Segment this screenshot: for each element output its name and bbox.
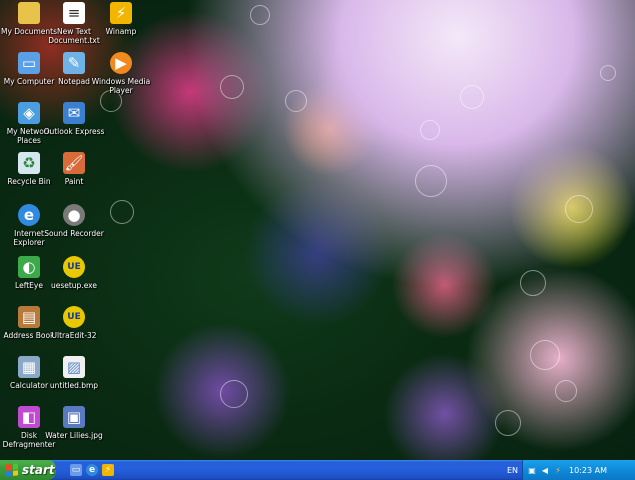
wallpaper-bubble	[420, 120, 440, 140]
wallpaper-bubble	[250, 5, 270, 25]
wallpaper-bubble	[600, 65, 616, 81]
outlook-icon: ✉	[63, 102, 85, 124]
lefteye-icon: ◐	[18, 256, 40, 278]
internet-explorer-icon: e	[18, 204, 40, 226]
wallpaper-bubble	[520, 270, 546, 296]
desktop-icon-uesetup[interactable]: UE uesetup.exe	[45, 256, 103, 290]
desktop-wallpaper: folder-icon My Documents ≡ New Text Docu…	[0, 0, 635, 460]
media-player-icon: ▶	[110, 52, 132, 74]
paint-icon: 🖌	[63, 152, 85, 174]
icon-label: untitled.bmp	[49, 381, 99, 390]
desktop-icon-outlook-express[interactable]: ✉ Outlook Express	[43, 102, 105, 136]
system-tray: ▣ ◀ ⚡ 10:23 AM	[522, 460, 635, 480]
defragmenter-icon: ◧	[18, 406, 40, 428]
folder-icon: folder-icon	[18, 2, 40, 24]
desktop-icon-winamp[interactable]: ⚡ Winamp	[92, 2, 150, 36]
start-label: start	[22, 463, 55, 477]
bitmap-file-icon: ▨	[63, 356, 85, 378]
taskbar: start ▭ e ⚡ EN ▣ ◀ ⚡ 10:23 AM	[0, 460, 635, 480]
wallpaper-bubble	[415, 165, 447, 197]
icon-label: UltraEdit-32	[51, 331, 97, 340]
computer-icon: ▭	[18, 52, 40, 74]
wallpaper-bubble	[460, 85, 484, 109]
image-file-icon: ▣	[63, 406, 85, 428]
language-indicator[interactable]: EN	[507, 460, 518, 480]
wallpaper-bubble	[220, 75, 244, 99]
volume-icon[interactable]: ◀	[540, 465, 550, 475]
winamp-icon[interactable]: ⚡	[102, 464, 114, 476]
desktop-icon-windows-media-player[interactable]: ▶ Windows Media Player	[92, 52, 150, 95]
icon-label: Water Lilies.jpg	[45, 431, 103, 440]
show-desktop-icon[interactable]: ▭	[70, 464, 82, 476]
sound-recorder-icon: ●	[63, 204, 85, 226]
network-tray-icon[interactable]: ▣	[527, 465, 537, 475]
wallpaper-bubble	[110, 200, 134, 224]
calculator-icon: ▦	[18, 356, 40, 378]
desktop-icon-untitled-bmp[interactable]: ▨ untitled.bmp	[45, 356, 103, 390]
icon-label: uesetup.exe	[50, 281, 98, 290]
desktop-icon-paint[interactable]: 🖌 Paint	[45, 152, 103, 186]
wallpaper-bubble	[220, 380, 248, 408]
notepad-icon: ✎	[63, 52, 85, 74]
wallpaper-bubble	[555, 380, 577, 402]
desktop-icon-sound-recorder[interactable]: ● Sound Recorder	[44, 204, 104, 238]
icon-label: Outlook Express	[43, 127, 105, 136]
winamp-tray-icon[interactable]: ⚡	[553, 465, 563, 475]
desktop-icon-ultraedit[interactable]: UE UltraEdit-32	[45, 306, 103, 340]
ultraedit-icon: UE	[63, 306, 85, 328]
icon-label: Windows Media Player	[91, 77, 151, 95]
winamp-icon: ⚡	[110, 2, 132, 24]
network-icon: ◈	[18, 102, 40, 124]
clock[interactable]: 10:23 AM	[569, 466, 607, 475]
icon-label: Winamp	[105, 27, 137, 36]
start-button[interactable]: start	[0, 460, 56, 480]
windows-flag-icon	[6, 463, 18, 477]
uesetup-icon: UE	[63, 256, 85, 278]
text-file-icon: ≡	[63, 2, 85, 24]
wallpaper-bubble	[495, 410, 521, 436]
wallpaper-bubble	[565, 195, 593, 223]
desktop-icon-water-lilies[interactable]: ▣ Water Lilies.jpg	[45, 406, 103, 440]
recycle-bin-icon: ♻	[18, 152, 40, 174]
icon-label: Sound Recorder	[44, 229, 104, 238]
address-book-icon: ▤	[18, 306, 40, 328]
icon-label: Paint	[64, 177, 84, 186]
internet-explorer-icon[interactable]: e	[86, 464, 98, 476]
wallpaper-bubble	[530, 340, 560, 370]
wallpaper-bubble	[285, 90, 307, 112]
